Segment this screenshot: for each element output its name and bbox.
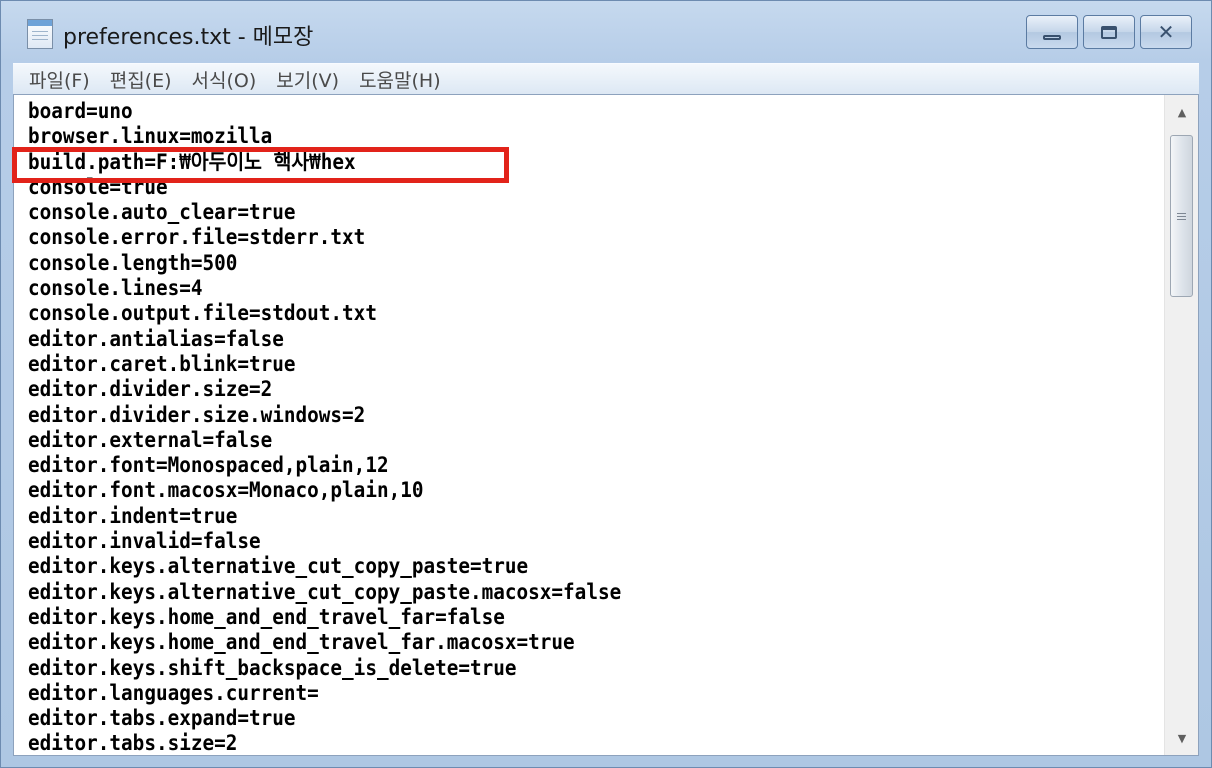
close-button[interactable]: ✕ (1140, 15, 1192, 49)
text-line: editor.caret.blink=true (28, 351, 296, 376)
text-line: editor.keys.alternative_cut_copy_paste=t… (28, 554, 529, 579)
scroll-thumb[interactable] (1170, 135, 1193, 297)
text-line: editor.languages.current= (28, 680, 319, 705)
text-line: editor.tabs.size=2 (28, 731, 238, 753)
triangle-down-icon: ▼ (1177, 731, 1187, 745)
text-line: editor.invalid=false (28, 529, 261, 554)
text-line: editor.tabs.expand=true (28, 706, 296, 731)
triangle-up-icon: ▲ (1177, 105, 1187, 119)
text-line: console.error.file=stderr.txt (28, 225, 366, 250)
text-line: console.auto_clear=true (28, 200, 296, 225)
text-line: editor.font=Monospaced,plain,12 (28, 453, 389, 478)
menu-view[interactable]: 보기(V) (266, 66, 349, 93)
menu-help[interactable]: 도움말(H) (349, 66, 451, 93)
text-line: browser.linux=mozilla (28, 124, 273, 149)
maximize-icon (1101, 25, 1117, 39)
menu-bar: 파일(F) 편집(E) 서식(O) 보기(V) 도움말(H) (13, 63, 1199, 95)
minimize-icon (1043, 34, 1061, 40)
text-line: editor.divider.size.windows=2 (28, 402, 366, 427)
text-line: editor.indent=true (28, 503, 238, 528)
text-line: console.length=500 (28, 250, 238, 275)
text-line: board=uno (28, 99, 133, 123)
grip-icon (1177, 212, 1186, 220)
menu-edit[interactable]: 편집(E) (100, 66, 182, 93)
menu-format[interactable]: 서식(O) (182, 66, 267, 93)
text-line: editor.keys.home_and_end_travel_far=fals… (28, 604, 505, 629)
text-line: editor.keys.alternative_cut_copy_paste.m… (28, 579, 622, 604)
text-line: console=true (28, 174, 168, 199)
notepad-window: preferences.txt - 메모장 ✕ 파일(F) 편집(E) 서식(O… (0, 0, 1212, 768)
text-line: editor.antialias=false (28, 326, 284, 351)
text-line: editor.divider.size=2 (28, 377, 273, 402)
text-line: console.lines=4 (28, 276, 203, 301)
scroll-down-button[interactable]: ▼ (1165, 721, 1198, 755)
text-line: editor.keys.home_and_end_travel_far.maco… (28, 630, 575, 655)
text-line: editor.font.macosx=Monaco,plain,10 (28, 478, 424, 503)
text-line: editor.keys.shift_backspace_is_delete=tr… (28, 655, 517, 680)
text-editor[interactable]: board=uno browser.linux=mozilla build.pa… (13, 94, 1199, 756)
text-line: console.output.file=stdout.txt (28, 301, 377, 326)
menu-file[interactable]: 파일(F) (13, 66, 100, 93)
text-line-highlighted: build.path=F:₩아두이노 핵사₩hex (28, 149, 356, 174)
maximize-button[interactable] (1083, 15, 1135, 49)
title-bar[interactable]: preferences.txt - 메모장 ✕ (1, 1, 1211, 59)
notepad-icon[interactable] (27, 19, 53, 49)
close-icon: ✕ (1157, 20, 1175, 44)
vertical-scrollbar[interactable]: ▲ ▼ (1164, 95, 1198, 755)
window-title: preferences.txt - 메모장 (63, 25, 314, 50)
text-line: editor.external=false (28, 427, 273, 452)
scroll-up-button[interactable]: ▲ (1165, 95, 1198, 129)
minimize-button[interactable] (1026, 15, 1078, 49)
text-content[interactable]: board=uno browser.linux=mozilla build.pa… (28, 99, 1164, 753)
